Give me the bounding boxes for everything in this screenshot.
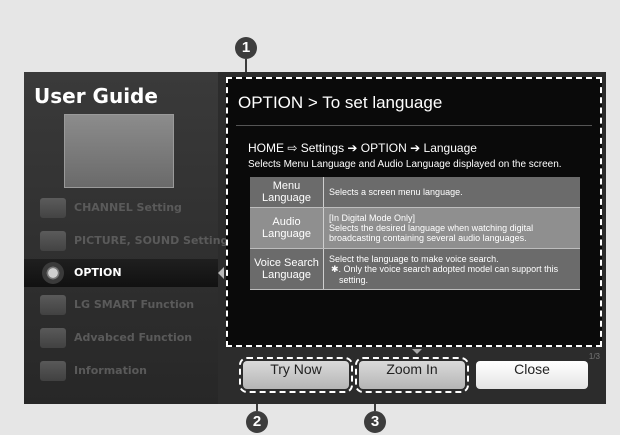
sidebar-item-channel-setting[interactable]: CHANNEL Setting [24, 194, 218, 222]
lg-smart-icon [40, 295, 66, 315]
user-guide-title: User Guide [34, 84, 158, 108]
information-icon [40, 361, 66, 381]
scroll-down-icon[interactable] [412, 349, 422, 354]
picture-sound-icon [40, 231, 66, 251]
callout-2: 2 [246, 411, 268, 433]
table-key: Voice Search Language [250, 249, 324, 289]
title-divider [236, 125, 592, 126]
breadcrumb: HOME ⇨ Settings ➔ OPTION ➔ Language [248, 141, 477, 155]
sidebar-item-label: OPTION [74, 266, 122, 279]
sidebar-item-label: PICTURE, SOUND Setting [74, 234, 229, 247]
sidebar: User Guide CHANNEL Setting PICTURE, SOUN… [24, 72, 228, 404]
page-title: OPTION > To set language [238, 93, 443, 112]
sidebar-item-label: Advabced Function [74, 331, 193, 344]
content-panel: OPTION > To set language HOME ⇨ Settings… [226, 77, 602, 347]
table-row: Audio Language [In Digital Mode Only] Se… [250, 208, 580, 249]
table-value-note: ✱. Only the voice search adopted model c… [331, 263, 559, 285]
table-key: Audio Language [250, 208, 324, 248]
option-icon [42, 262, 64, 284]
sidebar-item-information[interactable]: Information [24, 357, 218, 385]
sidebar-item-picture-sound-setting[interactable]: PICTURE, SOUND Setting [24, 227, 228, 255]
sidebar-item-advanced-function[interactable]: Advabced Function [24, 324, 218, 352]
sidebar-item-lg-smart-function[interactable]: LG SMART Function [24, 291, 218, 319]
active-indicator-arrow-icon [218, 267, 224, 279]
sidebar-item-label: LG SMART Function [74, 298, 195, 311]
sidebar-item-option[interactable]: OPTION [24, 259, 224, 287]
table-value: Selects a screen menu language. [324, 177, 580, 207]
advanced-icon [40, 328, 66, 348]
try-now-button[interactable]: Try Now [239, 357, 353, 393]
language-table: Menu Language Selects a screen menu lang… [250, 177, 580, 290]
page-description: Selects Menu Language and Audio Language… [248, 159, 562, 170]
sidebar-item-label: Information [74, 364, 147, 377]
close-button[interactable]: Close [476, 361, 588, 389]
sidebar-item-label: CHANNEL Setting [74, 201, 182, 214]
table-row: Voice Search Language Select the languag… [250, 249, 580, 290]
table-row: Menu Language Selects a screen menu lang… [250, 177, 580, 208]
table-value: [In Digital Mode Only] Selects the desir… [324, 208, 580, 248]
zoom-in-button[interactable]: Zoom In [355, 357, 469, 393]
table-value-line: Select the language to make voice search… [329, 253, 499, 264]
callout-3: 3 [364, 411, 386, 433]
table-value: Select the language to make voice search… [324, 249, 580, 289]
page-indicator: 1/3 [588, 352, 600, 361]
tv-screen: User Guide CHANNEL Setting PICTURE, SOUN… [24, 72, 606, 404]
channel-icon [40, 198, 66, 218]
table-value-line: [In Digital Mode Only] [329, 213, 416, 223]
table-key: Menu Language [250, 177, 324, 207]
callout-1: 1 [235, 37, 257, 59]
table-value-line: Selects the desired language when watchi… [329, 223, 534, 243]
table-value-line: Selects a screen menu language. [329, 187, 463, 197]
preview-thumbnail [64, 114, 174, 188]
